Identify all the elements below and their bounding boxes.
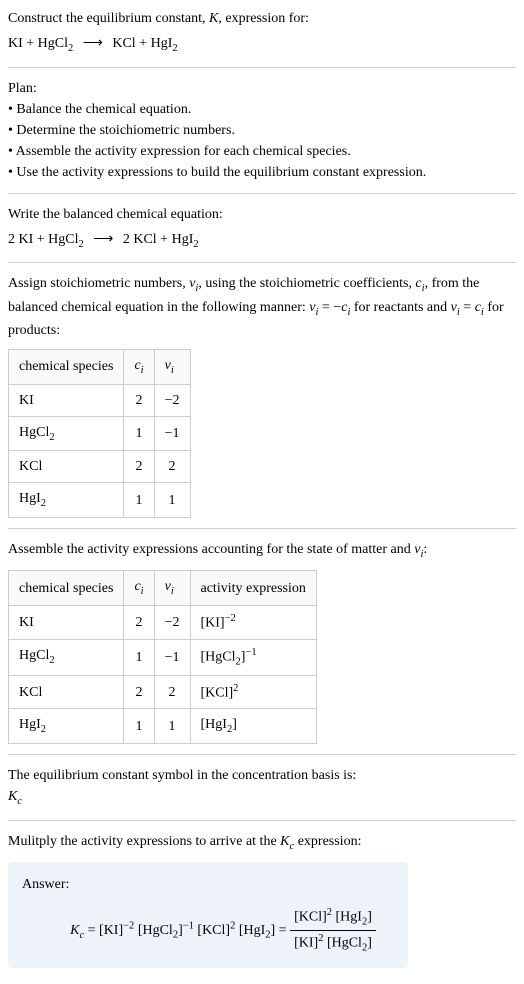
table-row: HgCl2 1 −1 bbox=[9, 416, 191, 451]
cell-ci: 1 bbox=[124, 483, 154, 518]
construct-section: Construct the equilibrium constant, K, e… bbox=[8, 8, 516, 57]
divider bbox=[8, 193, 516, 194]
table-row: HgI2 1 1 bbox=[9, 483, 191, 518]
cell-species: HgI2 bbox=[9, 709, 124, 744]
table-row: KI 2 −2 bbox=[9, 384, 191, 416]
cell-vi: 2 bbox=[154, 451, 190, 483]
multiply-section: Mulitply the activity expressions to arr… bbox=[8, 831, 516, 969]
balanced-section: Write the balanced chemical equation: 2 … bbox=[8, 204, 516, 253]
plan-title: Plan: bbox=[8, 78, 516, 99]
cell-vi: −1 bbox=[154, 639, 190, 675]
table-row: KCl 2 2 bbox=[9, 451, 191, 483]
unbalanced-equation: KI + HgCl2 ⟶ KCl + HgI2 bbox=[8, 33, 516, 57]
divider bbox=[8, 262, 516, 263]
col-activity: activity expression bbox=[190, 571, 316, 606]
col-vi: νi bbox=[154, 350, 190, 385]
cell-activity: [KCl]2 bbox=[190, 675, 316, 709]
table-header-row: chemical species ci νi bbox=[9, 350, 191, 385]
cell-vi: 2 bbox=[154, 675, 190, 709]
balanced-title: Write the balanced chemical equation: bbox=[8, 204, 516, 225]
cell-activity: [HgI2] bbox=[190, 709, 316, 744]
cell-activity: [KI]−2 bbox=[190, 605, 316, 639]
divider bbox=[8, 820, 516, 821]
basis-kc: Kc bbox=[8, 786, 516, 810]
cell-ci: 1 bbox=[124, 639, 154, 675]
cell-vi: 1 bbox=[154, 483, 190, 518]
table-row: HgI2 1 1 [HgI2] bbox=[9, 709, 317, 744]
activity-table: chemical species ci νi activity expressi… bbox=[8, 570, 317, 744]
cell-vi: −2 bbox=[154, 605, 190, 639]
cell-ci: 2 bbox=[124, 605, 154, 639]
cell-ci: 1 bbox=[124, 416, 154, 451]
answer-label: Answer: bbox=[22, 874, 394, 895]
cell-species: KCl bbox=[9, 451, 124, 483]
cell-ci: 2 bbox=[124, 451, 154, 483]
cell-species: HgCl2 bbox=[9, 639, 124, 675]
table-header-row: chemical species ci νi activity expressi… bbox=[9, 571, 317, 606]
col-ci: ci bbox=[124, 571, 154, 606]
cell-activity: [HgCl2]−1 bbox=[190, 639, 316, 675]
col-species: chemical species bbox=[9, 350, 124, 385]
col-ci: ci bbox=[124, 350, 154, 385]
kc-expression: Kc = [KI]−2 [HgCl2]−1 [KCl]2 [HgI2] = [K… bbox=[22, 905, 394, 956]
cell-vi: 1 bbox=[154, 709, 190, 744]
cell-ci: 2 bbox=[124, 384, 154, 416]
cell-species: KCl bbox=[9, 675, 124, 709]
divider bbox=[8, 754, 516, 755]
col-vi: νi bbox=[154, 571, 190, 606]
fraction-denominator: [KI]2 [HgCl2] bbox=[290, 931, 376, 956]
balanced-equation: 2 KI + HgCl2 ⟶ 2 KCl + HgI2 bbox=[8, 229, 516, 253]
cell-ci: 1 bbox=[124, 709, 154, 744]
fraction-numerator: [KCl]2 [HgI2] bbox=[290, 905, 376, 931]
stoich-intro: Assign stoichiometric numbers, νi, using… bbox=[8, 273, 516, 341]
cell-vi: −1 bbox=[154, 416, 190, 451]
cell-vi: −2 bbox=[154, 384, 190, 416]
basis-section: The equilibrium constant symbol in the c… bbox=[8, 765, 516, 810]
stoich-table: chemical species ci νi KI 2 −2 HgCl2 1 −… bbox=[8, 349, 191, 518]
fraction: [KCl]2 [HgI2] [KI]2 [HgCl2] bbox=[290, 905, 376, 956]
table-row: HgCl2 1 −1 [HgCl2]−1 bbox=[9, 639, 317, 675]
cell-species: HgCl2 bbox=[9, 416, 124, 451]
cell-species: KI bbox=[9, 384, 124, 416]
cell-ci: 2 bbox=[124, 675, 154, 709]
plan-bullet: • Determine the stoichiometric numbers. bbox=[8, 120, 516, 141]
construct-text: Construct the equilibrium constant, K, e… bbox=[8, 8, 516, 29]
activity-section: Assemble the activity expressions accoun… bbox=[8, 539, 516, 744]
table-row: KI 2 −2 [KI]−2 bbox=[9, 605, 317, 639]
activity-intro: Assemble the activity expressions accoun… bbox=[8, 539, 516, 563]
cell-species: HgI2 bbox=[9, 483, 124, 518]
multiply-intro: Mulitply the activity expressions to arr… bbox=[8, 831, 516, 855]
plan-bullet: • Assemble the activity expression for e… bbox=[8, 141, 516, 162]
basis-line1: The equilibrium constant symbol in the c… bbox=[8, 765, 516, 786]
cell-species: KI bbox=[9, 605, 124, 639]
divider bbox=[8, 528, 516, 529]
plan-section: Plan: • Balance the chemical equation. •… bbox=[8, 78, 516, 183]
col-species: chemical species bbox=[9, 571, 124, 606]
plan-bullet: • Use the activity expressions to build … bbox=[8, 162, 516, 183]
divider bbox=[8, 67, 516, 68]
answer-box: Answer: Kc = [KI]−2 [HgCl2]−1 [KCl]2 [Hg… bbox=[8, 862, 408, 968]
table-row: KCl 2 2 [KCl]2 bbox=[9, 675, 317, 709]
plan-bullet: • Balance the chemical equation. bbox=[8, 99, 516, 120]
stoich-section: Assign stoichiometric numbers, νi, using… bbox=[8, 273, 516, 518]
